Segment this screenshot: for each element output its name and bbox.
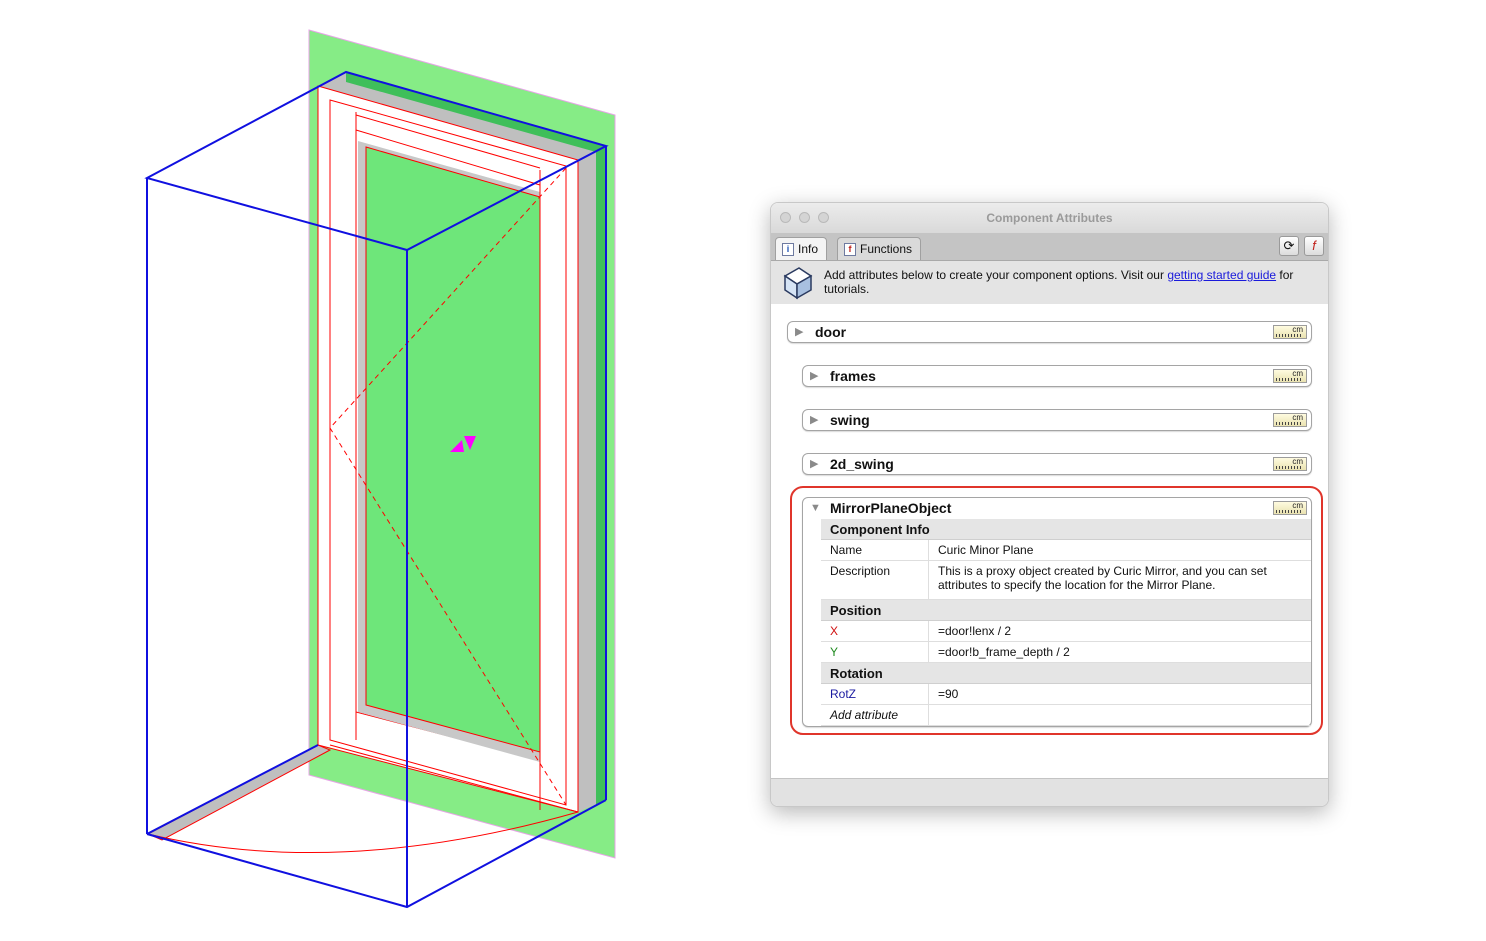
info-text: Add attributes below to create your comp…: [824, 268, 1304, 296]
attribute-row-name[interactable]: Name Curic Minor Plane: [821, 539, 1311, 561]
units-ruler-icon[interactable]: cm: [1273, 501, 1307, 515]
title-bar[interactable]: Component Attributes: [771, 203, 1328, 234]
tab-info-label: Info: [798, 242, 819, 256]
unit-label: cm: [1292, 413, 1303, 422]
attribute-key: RotZ: [821, 683, 929, 705]
getting-started-link[interactable]: getting started guide: [1167, 268, 1276, 282]
component-name: door: [815, 324, 847, 340]
attribute-row-x[interactable]: X =door!lenx / 2: [821, 620, 1311, 642]
attribute-value[interactable]: =90: [928, 683, 1311, 705]
component-row-swing[interactable]: ▶ swing cm: [802, 409, 1312, 431]
component-row-2d-swing[interactable]: ▶ 2d_swing cm: [802, 453, 1312, 475]
tab-functions[interactable]: f Functions: [837, 237, 921, 260]
model-viewport[interactable]: [0, 0, 760, 936]
toggle-formula-icon[interactable]: f: [1304, 236, 1324, 256]
tab-functions-label: Functions: [860, 242, 913, 256]
status-bar: [771, 778, 1328, 806]
component-name: MirrorPlaneObject: [830, 500, 952, 516]
disclosure-icon[interactable]: ▶: [810, 369, 818, 382]
attribute-row-rotz[interactable]: RotZ =90: [821, 683, 1311, 705]
door-model-drawing: [144, 29, 616, 909]
functions-icon: f: [844, 242, 856, 256]
info-text-start: Add attributes below to create your comp…: [824, 268, 1168, 282]
units-ruler-icon[interactable]: cm: [1273, 413, 1307, 427]
units-ruler-icon[interactable]: cm: [1273, 457, 1307, 471]
section-header: Rotation: [821, 662, 1311, 684]
refresh-icon[interactable]: ⟳: [1279, 236, 1299, 256]
component-name: frames: [830, 368, 876, 384]
window-title: Component Attributes: [986, 211, 1113, 225]
tab-bar: i Info f Functions ⟳ f: [771, 234, 1328, 261]
attribute-table: Component Info Name Curic Minor Plane De…: [821, 519, 1311, 726]
attribute-row-description[interactable]: Description This is a proxy object creat…: [821, 560, 1311, 600]
section-rotation: Rotation: [821, 662, 1311, 684]
unit-label: cm: [1292, 501, 1303, 510]
floor-strip: [146, 744, 332, 841]
info-icon: i: [782, 242, 794, 256]
attribute-key: Y: [821, 641, 929, 663]
attribute-value[interactable]: =door!b_frame_depth / 2: [928, 641, 1311, 663]
section-position: Position: [821, 599, 1311, 621]
units-ruler-icon[interactable]: cm: [1273, 369, 1307, 383]
disclosure-icon[interactable]: ▶: [810, 413, 818, 426]
attribute-key: Description: [821, 560, 929, 600]
component-row-door[interactable]: ▶ door cm: [787, 321, 1312, 343]
disclosure-expanded-icon[interactable]: ▼: [810, 502, 821, 514]
disclosure-icon[interactable]: ▶: [795, 325, 803, 338]
unit-label: cm: [1292, 325, 1303, 334]
component-name: swing: [830, 412, 870, 428]
unit-label: cm: [1292, 369, 1303, 378]
attribute-value[interactable]: =door!lenx / 2: [928, 620, 1311, 642]
section-header: Component Info: [821, 519, 1311, 540]
component-name: 2d_swing: [830, 456, 894, 472]
attribute-key: X: [821, 620, 929, 642]
attribute-row-y[interactable]: Y =door!b_frame_depth / 2: [821, 641, 1311, 663]
attribute-value[interactable]: Curic Minor Plane: [928, 539, 1311, 561]
add-attribute-row[interactable]: Add attribute: [821, 704, 1311, 726]
attribute-key: Name: [821, 539, 929, 561]
tab-info[interactable]: i Info: [775, 237, 827, 260]
add-attribute-label[interactable]: Add attribute: [821, 704, 929, 726]
section-header: Position: [821, 599, 1311, 621]
disclosure-icon[interactable]: ▶: [810, 457, 818, 470]
section-component-info: Component Info: [821, 519, 1311, 540]
component-row-frames[interactable]: ▶ frames cm: [802, 365, 1312, 387]
info-banner: Add attributes below to create your comp…: [771, 261, 1328, 305]
attribute-value[interactable]: This is a proxy object created by Curic …: [928, 560, 1311, 600]
add-attribute-value: [928, 704, 1311, 726]
component-box-icon: [783, 267, 813, 300]
unit-label: cm: [1292, 457, 1303, 466]
units-ruler-icon[interactable]: cm: [1273, 325, 1307, 339]
